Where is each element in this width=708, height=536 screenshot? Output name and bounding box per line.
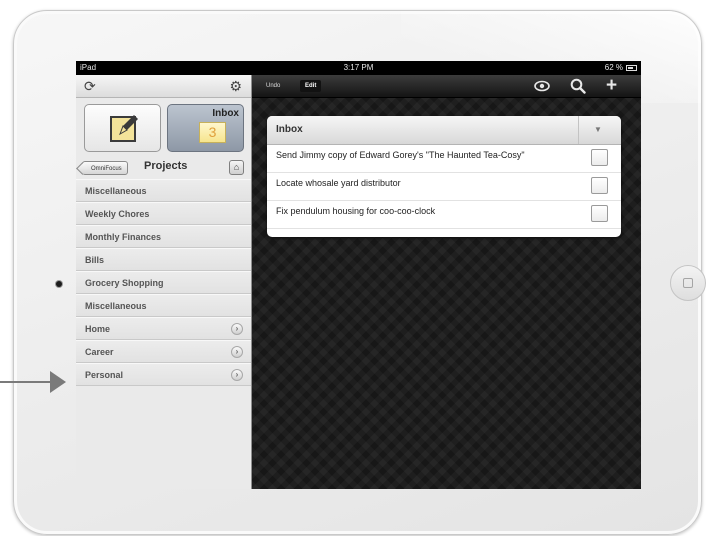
status-bar: iPad 3:17 PM 62 % — [76, 61, 641, 75]
camera-icon — [56, 281, 62, 287]
status-time: 3:17 PM — [343, 63, 374, 72]
back-button[interactable]: OmniFocus — [82, 161, 128, 175]
chevron-right-icon[interactable]: › — [231, 346, 243, 358]
project-label: Miscellaneous — [85, 186, 147, 196]
project-label: Grocery Shopping — [85, 278, 164, 288]
search-icon[interactable] — [570, 77, 586, 100]
projects-header: OmniFocus Projects ⌂ — [76, 156, 251, 178]
project-item[interactable]: Bills — [76, 248, 251, 271]
eye-icon[interactable] — [534, 77, 550, 100]
chevron-right-icon[interactable]: › — [231, 369, 243, 381]
main-panel: Undo Edit + Inbox ▼ Send Jimmy copy of E… — [252, 75, 641, 489]
main-toolbar: Undo Edit + — [252, 75, 641, 98]
project-item[interactable]: Personal › — [76, 363, 251, 386]
project-item[interactable]: Grocery Shopping — [76, 271, 251, 294]
project-label: Home — [85, 324, 111, 334]
pencil-icon — [110, 115, 138, 142]
home-button-square-icon — [683, 278, 693, 288]
project-label: Career — [85, 347, 114, 357]
home-button[interactable] — [670, 265, 706, 301]
projects-title: Projects — [144, 160, 188, 172]
project-label: Bills — [85, 255, 105, 265]
triangle-down-icon[interactable]: ▼ — [594, 125, 602, 134]
sidebar: ⟳ ⚙ Inbox 3 OmniFocus Projects ⌂ Miscell… — [76, 75, 252, 489]
project-item[interactable]: Home › — [76, 317, 251, 340]
project-label: Monthly Finances — [85, 232, 162, 242]
sidebar-toolbar: ⟳ ⚙ — [76, 75, 251, 98]
task-row[interactable]: Fix pendulum housing for coo-coo-clock — [267, 201, 621, 229]
inbox-tile-label: Inbox — [212, 108, 239, 119]
task-title: Locate whosale yard distributor — [276, 178, 401, 188]
battery-icon — [626, 65, 637, 71]
chevron-right-icon[interactable]: › — [231, 323, 243, 335]
edit-button[interactable]: Edit — [300, 80, 322, 92]
task-checkbox[interactable] — [591, 205, 608, 222]
task-row[interactable]: Locate whosale yard distributor — [267, 173, 621, 201]
project-item[interactable]: Miscellaneous — [76, 179, 251, 202]
arrow-head-icon — [50, 371, 66, 393]
gear-icon[interactable]: ⚙ — [229, 77, 242, 95]
undo-button[interactable]: Undo — [266, 80, 280, 92]
task-row[interactable]: Send Jimmy copy of Edward Gorey's "The H… — [267, 145, 621, 173]
battery-percent: 62 % — [604, 63, 623, 72]
new-action-button[interactable] — [84, 104, 161, 152]
project-label: Personal — [85, 370, 124, 380]
project-list: Miscellaneous Weekly Chores Monthly Fina… — [76, 179, 251, 386]
task-title: Fix pendulum housing for coo-coo-clock — [276, 206, 436, 216]
inbox-card-title: Inbox — [276, 124, 303, 135]
plus-icon[interactable]: + — [606, 76, 617, 95]
project-item[interactable]: Miscellaneous — [76, 294, 251, 317]
project-item[interactable]: Weekly Chores — [76, 202, 251, 225]
project-label: Miscellaneous — [85, 301, 147, 311]
arrow-right-icon — [0, 381, 52, 383]
inbox-tile[interactable]: Inbox 3 — [167, 104, 244, 152]
inbox-card: Inbox ▼ Send Jimmy copy of Edward Gorey'… — [267, 116, 621, 237]
header-divider — [578, 116, 579, 144]
task-checkbox[interactable] — [591, 177, 608, 194]
project-item[interactable]: Career › — [76, 340, 251, 363]
inbox-count-badge: 3 — [199, 122, 226, 143]
project-item[interactable]: Monthly Finances — [76, 225, 251, 248]
sync-icon[interactable]: ⟳ — [84, 77, 96, 95]
project-label: Weekly Chores — [85, 209, 150, 219]
home-icon[interactable]: ⌂ — [229, 160, 244, 175]
task-title: Send Jimmy copy of Edward Gorey's "The H… — [276, 150, 525, 160]
task-checkbox[interactable] — [591, 149, 608, 166]
inbox-card-header: Inbox ▼ — [267, 116, 621, 145]
screen: iPad 3:17 PM 62 % ⟳ ⚙ Inbox 3 OmniFocus … — [76, 61, 641, 489]
ipad-frame: iPad 3:17 PM 62 % ⟳ ⚙ Inbox 3 OmniFocus … — [13, 10, 706, 535]
